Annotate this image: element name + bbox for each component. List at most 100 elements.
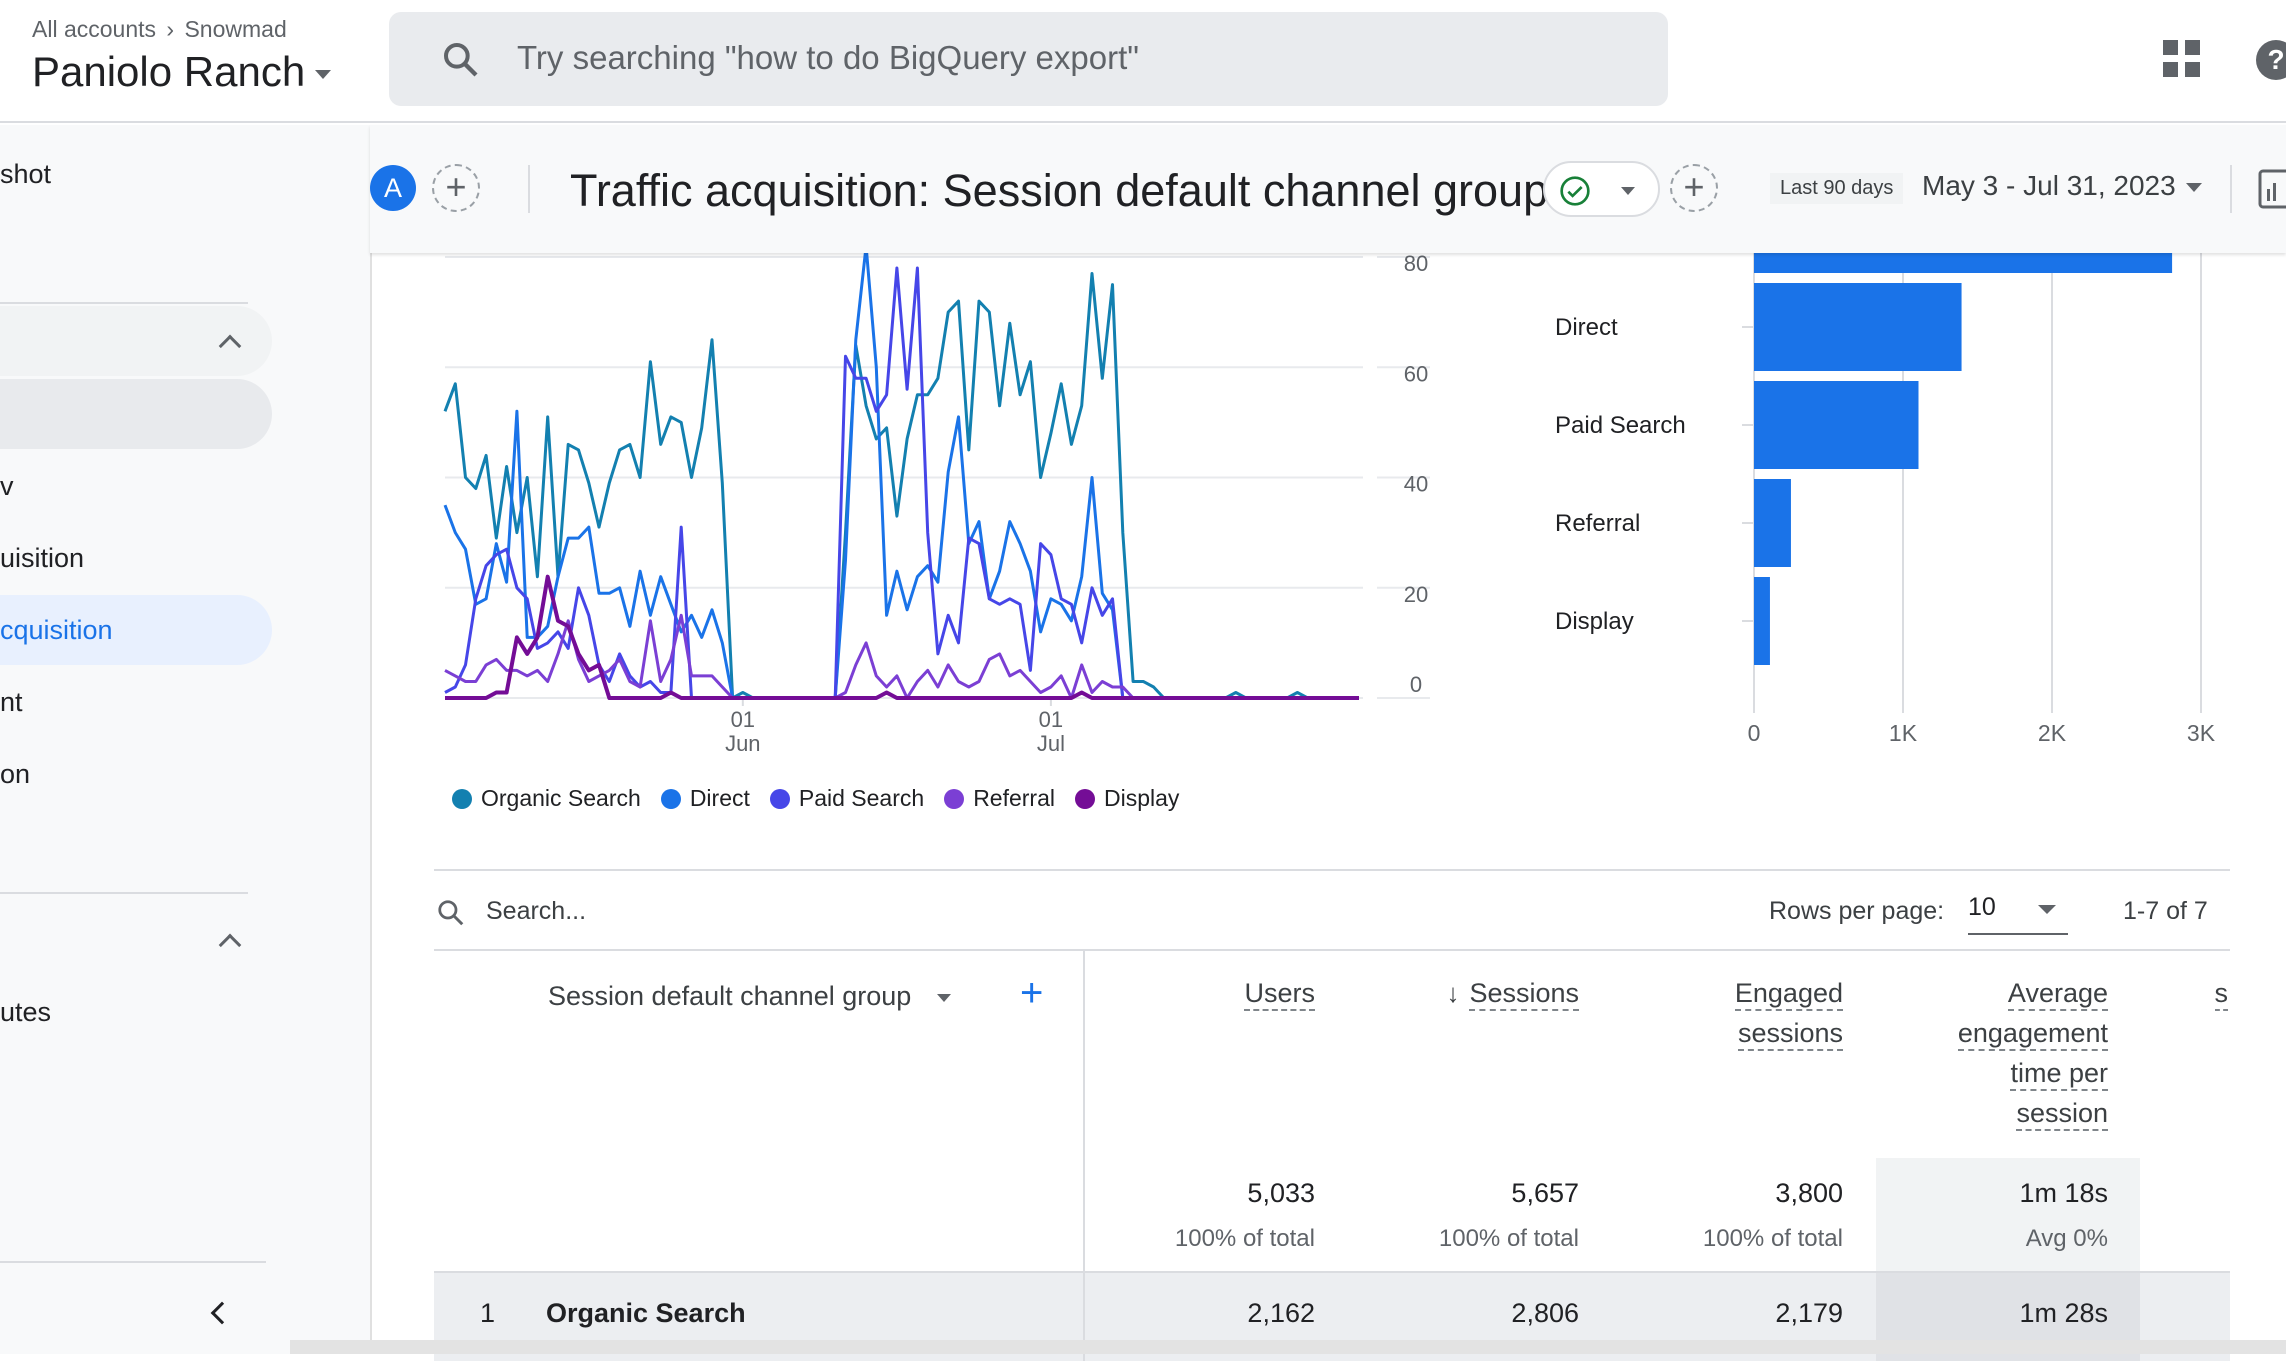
rows-per-page-select[interactable]: 10 [1968,885,2068,935]
rows-per-page-value: 10 [1968,893,1996,921]
legend-label: Display [1104,785,1180,811]
sidebar-item-overview[interactable]: v [0,471,14,502]
dimension-header-label: Session default channel group [548,981,912,1011]
row-dimension-value[interactable]: Organic Search [546,1298,746,1329]
legend-swatch [660,788,681,809]
column-total: 5,657 [1511,1178,1579,1208]
column-divider [1083,951,1085,1361]
column-header-label: s [2214,978,2228,1011]
column-header[interactable]: s [2214,973,2228,1013]
report-header: A + Traffic acquisition: Session default… [370,125,2286,253]
table-cell: 1m 28s [2019,1298,2108,1328]
divider [528,165,530,213]
rows-per-page-label: Rows per page: [1769,897,1945,925]
help-icon[interactable]: ? [2256,40,2286,80]
legend-item[interactable]: Direct [660,785,750,812]
add-filter-button[interactable]: + [1670,164,1718,212]
x-tick-day: 01 [1039,707,1063,732]
breadcrumb-account[interactable]: Snowmad [184,16,286,42]
add-dimension-button[interactable]: + [1020,971,1043,1015]
sidebar-item-traffic-acquisition[interactable]: cquisition [0,595,272,665]
divider [0,892,248,894]
bar-label: Display [1555,608,1634,635]
column-header-label: sessions [1737,1018,1843,1051]
bar[interactable] [1754,381,1919,469]
add-comparison-button[interactable]: + [432,164,480,212]
legend-item[interactable]: Display [1075,785,1179,812]
breadcrumb: All accounts › Snowmad [32,16,287,43]
sidebar-item-engagement[interactable]: nt [0,687,23,718]
sidebar-item-attributes[interactable]: utes [0,997,51,1028]
legend-label: Paid Search [798,785,925,811]
check-circle-icon [1560,176,1590,206]
legend-item[interactable]: Organic Search [452,785,641,812]
x-tick-month: Jun [725,731,760,756]
column-header-label: Sessions [1469,978,1579,1011]
column-header[interactable]: Engaged sessions [1734,973,1843,1053]
property-selector[interactable]: Paniolo Ranch [32,48,332,96]
legend-swatch [944,788,965,809]
breadcrumb-all-accounts[interactable]: All accounts [32,16,156,42]
divider [434,949,2230,951]
chevron-right-icon: › [166,16,175,42]
search-icon [444,43,478,77]
column-header[interactable]: ↓ Sessions [1446,973,1579,1013]
sidebar-item-user-acquisition[interactable]: uisition [0,543,84,574]
customize-report-icon[interactable] [2258,169,2286,209]
column-header[interactable]: Average engagement time per session [1957,973,2108,1133]
pagination-status: 1-7 of 7 [2123,897,2208,925]
column-header[interactable]: Users [1244,973,1315,1013]
chevron-left-icon[interactable] [210,1301,234,1325]
column-total: 5,033 [1247,1178,1315,1208]
x-tick-label: 1K [1889,720,1918,746]
horizontal-scrollbar[interactable] [290,1340,2286,1354]
caret-down-icon [1621,187,1635,195]
caret-down-icon [315,70,332,80]
report-content: 0 20 40 60 80 01 Jun 01 Jul Organic Search Direct… [370,253,2286,1361]
caret-down-icon [2185,183,2202,193]
sidebar-item-group[interactable] [0,379,272,449]
global-search-bar[interactable]: Try searching "how to do BigQuery export… [389,12,1668,106]
caret-down-icon [2038,905,2056,914]
legend-item[interactable]: Paid Search [769,785,925,812]
property-name: Paniolo Ranch [32,48,306,95]
divider [2230,165,2232,213]
bar[interactable] [1754,283,1962,371]
x-tick-label: 0 [1748,720,1761,746]
y-tick-label: 20 [1404,582,1428,607]
legend-label: Organic Search [481,785,641,811]
apps-grid-icon[interactable] [2163,40,2201,78]
divider [0,302,248,304]
column-total: 1m 18s [2019,1178,2108,1208]
sidebar-section-header[interactable] [0,306,272,376]
date-preset-label: Last 90 days [1770,173,1904,204]
legend-label: Referral [973,785,1055,811]
column-header-label: session [2016,1098,2108,1131]
top-app-bar: All accounts › Snowmad Paniolo Ranch Try… [0,0,2286,123]
line-chart: 02040608001Jun01Jul [443,253,1430,756]
date-range-picker[interactable]: May 3 - Jul 31, 2023 [1922,170,2202,202]
dimension-header[interactable]: Session default channel group [548,981,951,1012]
x-tick-label: 2K [2038,720,2067,746]
legend-swatch [1075,788,1095,809]
legend-item[interactable]: Referral [944,785,1055,812]
bar[interactable] [1754,479,1791,567]
chevron-up-icon [218,334,242,358]
sort-descending-icon: ↓ [1446,978,1460,1008]
y-tick-label: 80 [1404,253,1428,276]
column-total-percent: 100% of total [1438,1225,1579,1252]
legend-label: Direct [689,785,750,811]
sidebar-item-snapshot[interactable]: shot [0,159,51,190]
divider [434,869,2230,871]
bar[interactable] [1754,253,2173,273]
comparison-avatar[interactable]: A [370,165,416,211]
chevron-up-icon[interactable] [218,933,242,957]
bar-label: Paid Search [1555,412,1686,439]
table-search-input[interactable]: Search... [486,897,586,926]
search-icon [438,900,464,926]
table-cell: 2,806 [1511,1298,1579,1328]
bar[interactable] [1754,577,1770,665]
search-placeholder: Try searching "how to do BigQuery export… [517,39,1139,76]
sidebar-item-monetization[interactable]: on [0,759,30,790]
report-status-chip[interactable] [1543,161,1660,217]
